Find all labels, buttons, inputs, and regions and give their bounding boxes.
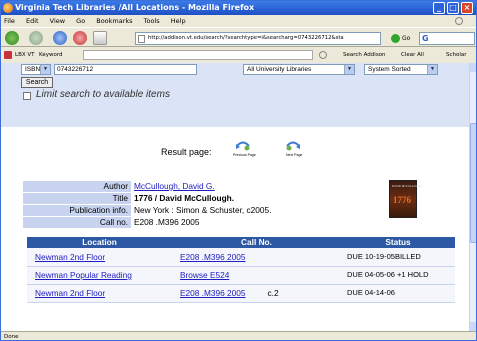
menu-view[interactable]: View [50,17,65,25]
browser-window: Virginia Tech Libraries /All Locations -… [0,0,477,341]
scholar-button[interactable]: Scholar [446,48,467,62]
book-cover: DAVID McCULLOUGH 1776 [389,180,422,218]
menu-go[interactable]: Go [76,17,85,25]
menu-help[interactable]: Help [171,17,186,25]
status-bar: Done [1,331,476,340]
firefox-icon [3,3,13,13]
copy-number: c.2 [267,288,279,298]
stop-icon[interactable] [73,31,87,45]
url-bar[interactable]: http://addison.vt.edu/search/?searchtype… [135,32,381,45]
status-value: DUE 04-14-06 [341,284,455,303]
page-icon [138,35,145,43]
search-query-input[interactable]: 0743226712 [54,64,197,75]
search-button[interactable]: Search [21,77,53,88]
search-box[interactable]: G [419,32,475,45]
previous-page-icon[interactable] [235,140,251,152]
keyword-input[interactable] [83,50,313,60]
col-location: Location [27,237,172,248]
menu-edit[interactable]: Edit [26,17,39,25]
lbx-icon [4,51,12,59]
table-row: Newman 2nd Floor E208 .M396 2005 c.2 DUE … [27,284,455,303]
menu-tools[interactable]: Tools [144,17,160,25]
forward-icon[interactable] [29,31,43,45]
table-row: Newman Popular Reading Browse E524 DUE 0… [27,266,455,285]
location-link[interactable]: Newman 2nd Floor [27,248,172,267]
limit-available-checkbox[interactable] [23,92,31,100]
status-value: DUE 04-05-06 +1 HOLD [341,266,455,285]
col-call-no: Call No. [172,237,341,248]
title-label: Title [23,193,131,204]
previous-page-label[interactable]: Previous Page [233,153,256,157]
status-value: DUE 10-19-05BILLED [341,248,455,267]
search-panel: ISBN/ISSN▼ 0743226712 All University Lib… [1,63,469,127]
back-icon[interactable] [5,31,19,45]
limit-available-label: Limit search to available items [36,89,170,100]
author-link[interactable]: McCullough, David G. [134,181,215,192]
close-button[interactable]: × [461,2,473,14]
call-link[interactable]: E208 .M396 2005 [172,248,341,267]
links-toolbar: LBX VT Keyword Search Addison Clear All … [1,48,476,62]
location-link[interactable]: Newman Popular Reading [27,266,172,285]
keyword-menu[interactable]: Keyword [39,48,63,62]
call-cell: E208 .M396 2005 c.2 [172,284,341,303]
chevron-down-icon: ▼ [427,65,437,74]
url-text: http://addison.vt.edu/search/?searchtype… [148,35,344,41]
throbber-icon [455,17,463,25]
pub-label: Publication info. [23,205,131,216]
title-value: 1776 / David McCullough. [134,193,235,203]
scroll-thumb[interactable] [470,123,476,243]
navigation-toolbar: http://addison.vt.edu/search/?searchtype… [1,27,476,47]
vertical-scrollbar[interactable] [469,63,476,331]
page-content: ISBN/ISSN▼ 0743226712 All University Lib… [1,63,469,331]
location-link[interactable]: Newman 2nd Floor [27,284,172,303]
go-button[interactable]: Go [391,32,410,45]
scroll-up-icon[interactable] [470,63,476,72]
go-icon [391,34,400,43]
window-title: Virginia Tech Libraries /All Locations -… [15,3,255,12]
call-label: Call no. [23,217,131,228]
search-icon[interactable] [319,51,327,59]
holdings-table: Location Call No. Status Newman 2nd Floo… [27,237,455,303]
lbx-menu[interactable]: LBX VT [15,48,34,62]
menu-file[interactable]: File [4,17,15,25]
col-status: Status [341,237,455,248]
pub-value: New York : Simon & Schuster, c2005. [134,205,272,215]
search-type-select[interactable]: ISBN/ISSN▼ [21,64,51,75]
call-value: E208 .M396 2005 [134,217,200,227]
call-link[interactable]: E208 .M396 2005 [180,288,246,298]
call-link[interactable]: Browse E524 [172,266,341,285]
next-page-icon[interactable] [285,140,301,152]
menu-bookmarks[interactable]: Bookmarks [96,17,132,25]
chevron-down-icon: ▼ [344,65,354,74]
maximize-button[interactable]: □ [447,2,459,14]
sort-select[interactable]: System Sorted ▼ [364,64,438,75]
menu-bar: File Edit View Go Bookmarks Tools Help [1,15,476,27]
author-label: Author [23,181,131,192]
home-icon[interactable] [93,31,107,45]
reload-icon[interactable] [53,31,67,45]
table-row: Newman 2nd Floor E208 .M396 2005 DUE 10-… [27,248,455,267]
title-bar: Virginia Tech Libraries /All Locations -… [1,1,476,15]
scope-select[interactable]: All University Libraries ▼ [243,64,355,75]
result-page-label: Result page: [161,147,212,157]
scroll-down-icon[interactable] [470,322,476,331]
chevron-down-icon: ▼ [40,65,50,74]
search-addison-button[interactable]: Search Addison [343,48,386,62]
clear-all-button[interactable]: Clear All [401,48,424,62]
next-page-label[interactable]: Next Page [286,153,302,157]
minimize-button[interactable]: _ [433,2,445,14]
